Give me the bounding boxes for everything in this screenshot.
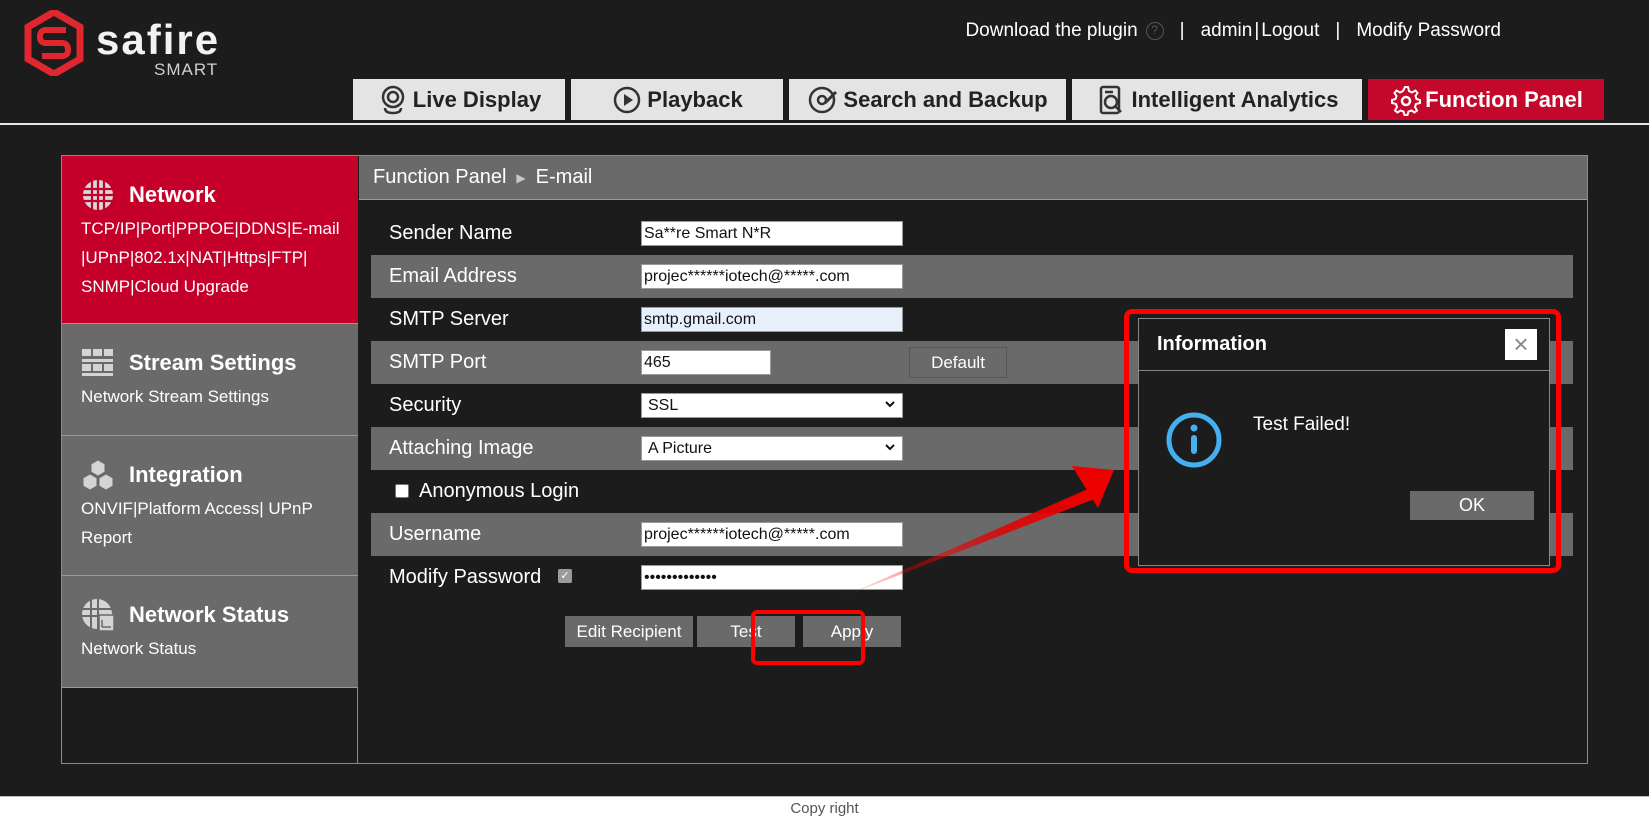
footer: Copy right bbox=[0, 796, 1649, 820]
breadcrumb-separator-icon: ▶ bbox=[516, 170, 526, 185]
tab-label: Intelligent Analytics bbox=[1131, 86, 1339, 112]
default-port-button[interactable]: Default bbox=[909, 347, 1007, 378]
smtp-port-label: SMTP Port bbox=[389, 351, 487, 373]
security-label: Security bbox=[389, 394, 462, 416]
help-icon[interactable]: ? bbox=[1145, 22, 1164, 40]
tab-label: Function Panel bbox=[1425, 86, 1583, 112]
anonymous-login-checkbox[interactable] bbox=[395, 484, 409, 498]
sidebar-item-title: Network bbox=[129, 182, 216, 207]
smtp-port-input[interactable]: 465 bbox=[641, 350, 771, 375]
dialog-title: Information bbox=[1157, 333, 1267, 355]
user-name: admin bbox=[1200, 20, 1253, 41]
download-plugin-link[interactable]: Download the plugin bbox=[965, 20, 1137, 42]
sender-name-row: Sender Name Sa**re Smart N*R bbox=[371, 212, 1573, 255]
close-icon[interactable]: × bbox=[1505, 329, 1537, 360]
sender-name-input[interactable]: Sa**re Smart N*R bbox=[641, 221, 903, 246]
attaching-image-select[interactable]: A Picture bbox=[641, 436, 903, 461]
sidebar-item-desc: Network Status bbox=[81, 639, 197, 658]
sidebar-item-stream-settings[interactable]: Stream Settings Network Stream Settings bbox=[62, 324, 358, 436]
main-tabs: Live Display Playback Search and Backup … bbox=[353, 79, 1604, 120]
globe-document-icon bbox=[82, 599, 115, 632]
security-select[interactable]: SSL bbox=[641, 393, 903, 418]
separator: | bbox=[1179, 20, 1185, 41]
sender-name-label: Sender Name bbox=[389, 222, 513, 244]
sidebar-item-network[interactable]: Network TCP/IP|Port|PPPOE|DDNS|E-mail |U… bbox=[62, 156, 358, 324]
sidebar-item-desc: ONVIF|Platform Access| UPnP Report bbox=[81, 499, 313, 547]
sidebar: Network TCP/IP|Port|PPPOE|DDNS|E-mail |U… bbox=[62, 156, 358, 763]
security-value: SSL bbox=[648, 397, 679, 414]
gear-icon bbox=[1391, 85, 1422, 116]
tab-playback[interactable]: Playback bbox=[571, 79, 783, 120]
modify-password-link[interactable]: Modify Password bbox=[1356, 20, 1501, 42]
sidebar-item-title: Stream Settings bbox=[129, 350, 297, 375]
separator: | bbox=[1254, 20, 1260, 41]
ok-button[interactable]: OK bbox=[1410, 491, 1534, 520]
email-address-label: Email Address bbox=[389, 265, 517, 287]
attaching-image-value: A Picture bbox=[648, 440, 713, 457]
sidebar-item-desc: Network Stream Settings bbox=[81, 387, 270, 406]
breadcrumb-current: E-mail bbox=[535, 166, 593, 188]
webcam-icon bbox=[381, 85, 405, 114]
sidebar-item-desc: TCP/IP|Port|PPPOE|DDNS|E-mail |UPnP|802.… bbox=[81, 219, 340, 296]
breadcrumb-root[interactable]: Function Panel bbox=[373, 166, 506, 189]
sidebar-item-network-status[interactable]: Network Status Network Status bbox=[62, 576, 358, 688]
logout-link[interactable]: Logout bbox=[1261, 20, 1319, 42]
info-icon bbox=[1166, 412, 1222, 468]
brand-logo-icon bbox=[24, 10, 84, 76]
header-divider bbox=[0, 123, 1649, 125]
page: safire SMART Download the plugin ? | adm… bbox=[0, 0, 1649, 820]
brand-name: safire bbox=[96, 16, 221, 63]
tab-label: Playback bbox=[647, 86, 743, 112]
grid-blocks-icon bbox=[82, 349, 113, 376]
globe-icon bbox=[83, 180, 113, 210]
top-links: Download the plugin ? | admin | Logout |… bbox=[965, 20, 1501, 42]
email-address-row: Email Address projec******iotech@*****.c… bbox=[371, 255, 1573, 298]
username-label: Username bbox=[389, 523, 482, 545]
sidebar-item-integration[interactable]: Integration ONVIF|Platform Access| UPnP … bbox=[62, 436, 358, 576]
edit-recipient-button[interactable]: Edit Recipient bbox=[565, 616, 693, 647]
chevron-down-icon bbox=[885, 401, 895, 408]
play-circle-icon bbox=[614, 86, 641, 113]
chevron-down-icon bbox=[885, 444, 895, 451]
attaching-image-label: Attaching Image bbox=[389, 437, 534, 459]
tab-label: Search and Backup bbox=[843, 86, 1048, 112]
username-input[interactable]: projec******iotech@*****.com bbox=[641, 522, 903, 547]
tab-intelligent-analytics[interactable]: Intelligent Analytics bbox=[1072, 79, 1362, 120]
test-button-highlight bbox=[751, 610, 865, 665]
tab-function-panel[interactable]: Function Panel bbox=[1368, 79, 1604, 120]
tab-live-display[interactable]: Live Display bbox=[353, 79, 565, 120]
breadcrumb: Function Panel ▶ E-mail bbox=[359, 156, 1587, 200]
separator: | bbox=[1335, 20, 1341, 41]
password-input[interactable]: ••••••••••••• bbox=[641, 565, 903, 590]
document-search-icon bbox=[1100, 85, 1123, 114]
brand-logo: safire SMART bbox=[24, 10, 244, 80]
sidebar-item-title: Network Status bbox=[129, 602, 290, 627]
sidebar-item-title: Integration bbox=[129, 462, 243, 487]
brand-sub: SMART bbox=[154, 60, 219, 79]
information-dialog: Information × Test Failed! OK bbox=[1138, 318, 1550, 566]
modify-password-label: Modify Password bbox=[389, 566, 542, 588]
tab-search-and-backup[interactable]: Search and Backup bbox=[789, 79, 1066, 120]
smtp-server-label: SMTP Server bbox=[389, 308, 509, 330]
modify-password-checkbox[interactable]: ✓ bbox=[558, 569, 572, 583]
cubes-icon bbox=[82, 459, 114, 491]
email-address-input[interactable]: projec******iotech@*****.com bbox=[641, 264, 903, 289]
anonymous-login-label: Anonymous Login bbox=[419, 480, 580, 502]
smtp-server-input[interactable]: smtp.gmail.com bbox=[641, 307, 903, 332]
tab-label: Live Display bbox=[412, 86, 542, 112]
search-disk-icon bbox=[809, 86, 838, 113]
dialog-message: Test Failed! bbox=[1253, 414, 1351, 435]
